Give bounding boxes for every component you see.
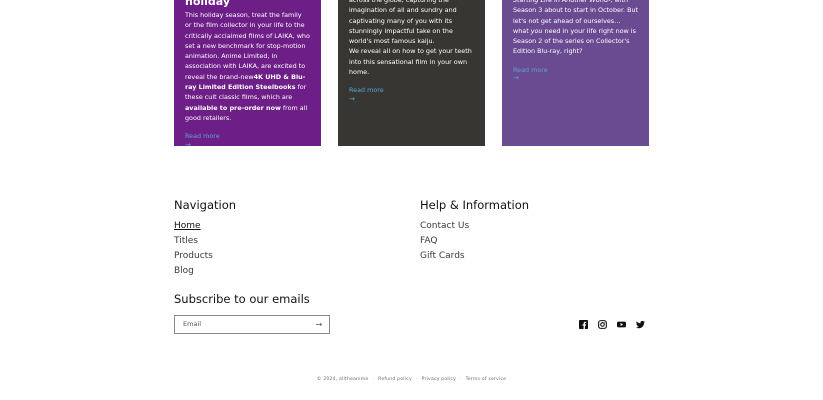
help-link-gift-cards[interactable]: Gift Cards bbox=[420, 249, 469, 264]
text-run: you bbox=[530, 26, 543, 35]
arrow-right-icon: → bbox=[513, 74, 519, 83]
navigation-link-label: Products bbox=[174, 251, 213, 261]
navigation-link-label: Home bbox=[174, 221, 201, 231]
card-paragraph: Starting Life in Another World-, with Se… bbox=[513, 0, 638, 57]
arrow-right-icon: → bbox=[185, 140, 191, 146]
help-link-label: Gift Cards bbox=[420, 251, 465, 261]
instagram-icon[interactable] bbox=[597, 319, 609, 331]
youtube-icon[interactable] bbox=[616, 319, 628, 331]
arrow-right-icon: → bbox=[349, 94, 355, 103]
card-title: holiday bbox=[185, 0, 231, 8]
text-run: across the globe, capturing the imaginat… bbox=[349, 0, 457, 46]
privacy-policy-link[interactable]: Privacy policy bbox=[422, 377, 456, 382]
text-run: This holiday season, treat the family or… bbox=[185, 11, 310, 81]
navigation-link-blog[interactable]: Blog bbox=[174, 264, 213, 279]
text-run: We reveal all on how to get your teeth i… bbox=[349, 47, 472, 77]
facebook-icon[interactable] bbox=[578, 319, 590, 331]
news-card-kaiju[interactable]: across the globe, capturing the imaginat… bbox=[338, 0, 485, 146]
card-body: across the globe, capturing the imaginat… bbox=[349, 0, 474, 77]
navigation-link-products[interactable]: Products bbox=[174, 249, 213, 264]
legal-footer: © 2024, alltheanime · Refund policy · Privac… bbox=[316, 377, 507, 382]
help-heading: Help & Information bbox=[420, 198, 530, 212]
navigation-link-label: Titles bbox=[174, 236, 198, 246]
help-link-contact-us[interactable]: Contact Us bbox=[420, 219, 469, 234]
help-link-label: FAQ bbox=[420, 236, 438, 246]
card-paragraph: We reveal all on how to get your teeth i… bbox=[349, 46, 474, 77]
navigation-link-titles[interactable]: Titles bbox=[174, 234, 213, 249]
card-paragraph: This holiday season, treat the family or… bbox=[185, 10, 310, 123]
card-body: Starting Life in Another World-, with Se… bbox=[513, 0, 638, 57]
navigation-heading: Navigation bbox=[174, 198, 237, 212]
navigation-link-home[interactable]: Home bbox=[174, 219, 213, 234]
help-link-faq[interactable]: FAQ bbox=[420, 234, 469, 249]
read-more-link[interactable]: Read more bbox=[513, 65, 638, 75]
news-card-rezero[interactable]: Starting Life in Another World-, with Se… bbox=[502, 0, 649, 146]
navigation-link-label: Blog bbox=[174, 266, 194, 276]
card-body: This holiday season, treat the family or… bbox=[185, 10, 310, 123]
card-paragraph: across the globe, capturing the imaginat… bbox=[349, 0, 474, 46]
navigation-list: Home Titles Products Blog bbox=[174, 219, 213, 279]
news-card-laika[interactable]: holiday This holiday season, treat the f… bbox=[174, 0, 321, 146]
help-list: Contact Us FAQ Gift Cards bbox=[420, 219, 469, 264]
text-run: Starting Life in Another World bbox=[513, 0, 609, 4]
subscribe-heading: Subscribe to our emails bbox=[174, 292, 310, 306]
email-form: → bbox=[174, 315, 330, 334]
read-more-link[interactable]: Read more bbox=[185, 131, 310, 141]
read-more-link[interactable]: Read more bbox=[349, 85, 474, 95]
text-run: available to pre-order now bbox=[185, 103, 281, 112]
help-link-label: Contact Us bbox=[420, 221, 470, 231]
arrow-right-icon[interactable]: → bbox=[313, 319, 325, 331]
twitter-icon[interactable] bbox=[635, 319, 647, 331]
refund-policy-link[interactable]: Refund policy bbox=[378, 377, 412, 382]
copyright-text: © 2024, alltheanime bbox=[316, 377, 369, 382]
terms-of-service-link[interactable]: Terms of service bbox=[466, 377, 507, 382]
email-input[interactable] bbox=[183, 320, 303, 328]
